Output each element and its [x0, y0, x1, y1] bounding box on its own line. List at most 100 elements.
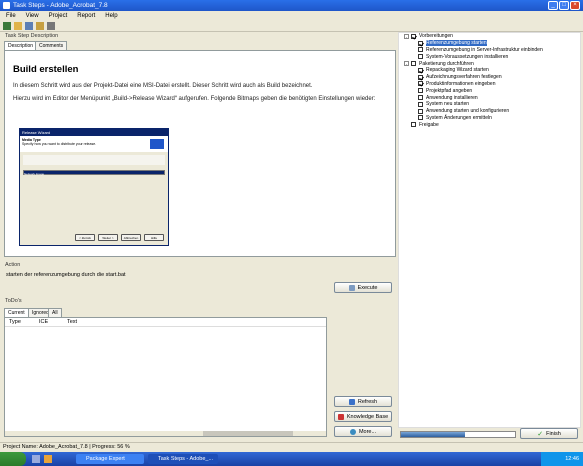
wizard-header-sub: Specify how you want to distribute your …	[22, 142, 97, 146]
tree-item[interactable]: Aufzeichnungsverfahren festlegen	[400, 74, 580, 81]
menu-view[interactable]: View	[26, 13, 39, 19]
toolbar	[0, 20, 583, 32]
menu-file[interactable]: File	[6, 13, 16, 19]
action-text: starten der referenzumgebung durch die s…	[6, 272, 126, 278]
window-titlebar: Task Steps - Adobe_Acrobat_7.8 _ □ ×	[0, 0, 583, 11]
tree-item[interactable]: Projektpfad angeben	[400, 87, 580, 94]
start-button[interactable]	[0, 452, 26, 466]
tree-checkbox[interactable]	[411, 122, 416, 128]
more-label: More...	[358, 428, 377, 435]
save-icon[interactable]	[25, 21, 33, 30]
close-button[interactable]: ×	[570, 1, 580, 10]
tree-checkbox[interactable]	[411, 33, 416, 39]
tree-item[interactable]: Produktinformationen eingeben	[400, 81, 580, 88]
taskbar-item-package-expert[interactable]: Package Expert	[76, 454, 144, 464]
expander-icon[interactable]: -	[404, 33, 409, 39]
wizard-buttons: < Zurück Weiter > Abbrechen Hilfe	[75, 234, 164, 241]
tree-item-label: Paketierung durchführen	[419, 60, 474, 67]
expander-icon[interactable]: -	[404, 61, 409, 67]
wizard-body	[20, 152, 168, 168]
minimize-button[interactable]: _	[548, 1, 558, 10]
tree-item[interactable]: - Vorbereitungen	[400, 33, 580, 40]
tree-checkbox[interactable]	[418, 74, 423, 80]
tree-item[interactable]: Referenzumgebung in Server-Infrastruktur…	[400, 47, 580, 54]
more-button[interactable]: More...	[334, 426, 392, 437]
tree-checkbox[interactable]	[418, 67, 423, 73]
tab-comments[interactable]: Comments	[35, 41, 68, 50]
tree-item-label: System-Voraussetzungen installieren	[426, 53, 509, 60]
tree-checkbox[interactable]	[418, 40, 423, 46]
tree-item[interactable]: System neu starten	[400, 101, 580, 108]
app-icon	[3, 2, 10, 9]
tree-item[interactable]: - Paketierung durchführen	[400, 60, 580, 67]
progress-fill	[401, 432, 465, 437]
col-ice[interactable]: ICE	[35, 318, 63, 326]
tree-checkbox[interactable]	[418, 101, 423, 107]
tree-item-label: Aufzeichnungsverfahren festlegen	[426, 74, 502, 81]
status-bar: Project Name: Adobe_Acrobat_7.8 | Progre…	[0, 442, 583, 451]
quicklaunch-icon-2[interactable]	[44, 455, 52, 463]
todo-table: Type ICE Text	[4, 317, 327, 437]
step-heading: Build erstellen	[13, 64, 79, 75]
knowledge-base-button[interactable]: Knowledge Base	[334, 411, 392, 422]
taskbar-item-task-steps[interactable]: Task Steps - Adobe_...	[148, 454, 218, 464]
tree-item-label: Freigabe	[419, 121, 439, 128]
tree-checkbox[interactable]	[418, 108, 423, 114]
knowledge-base-label: Knowledge Base	[346, 413, 389, 420]
tree-item[interactable]: Referenzumgebung starten	[400, 40, 580, 47]
window-title: Task Steps - Adobe_Acrobat_7.8	[13, 2, 108, 9]
tree-item[interactable]: Freigabe	[400, 121, 580, 128]
tree-item-label: System neu starten	[426, 101, 470, 108]
folder-icon[interactable]	[36, 21, 44, 30]
finish-button[interactable]: ✓ Finish	[520, 428, 578, 439]
options-icon[interactable]	[47, 21, 55, 30]
tab-all[interactable]: All	[48, 308, 62, 317]
taskbar: Package Expert Task Steps - Adobe_... 12…	[0, 452, 583, 466]
tree-checkbox[interactable]	[418, 95, 423, 101]
wizard-back-button: < Zurück	[75, 234, 95, 241]
menu-help[interactable]: Help	[105, 13, 117, 19]
menu-report[interactable]: Report	[77, 13, 95, 19]
finish-label: Finish	[546, 430, 561, 437]
progress-bar	[400, 431, 516, 438]
step-paragraph-2: Hierzu wird im Editor der Menüpunkt „Bui…	[13, 96, 376, 102]
wizard-next-button: Weiter >	[98, 234, 118, 241]
tree-checkbox[interactable]	[418, 88, 423, 94]
tree-item-label: Repackaging Wizard starten	[426, 67, 489, 74]
globe-icon	[349, 428, 356, 435]
execute-button[interactable]: Execute	[334, 282, 392, 293]
new-icon[interactable]	[3, 21, 11, 30]
wizard-help-button: Hilfe	[144, 234, 164, 241]
tree-checkbox[interactable]	[418, 47, 423, 53]
description-content: Build erstellen In diesem Schritt wird a…	[9, 59, 391, 109]
tree-checkbox[interactable]	[418, 54, 423, 60]
maximize-button[interactable]: □	[559, 1, 569, 10]
execute-label: Execute	[357, 284, 378, 291]
tree-item-label: Produktinformationen eingeben	[426, 80, 496, 87]
tree-item[interactable]: System-Voraussetzungen installieren	[400, 53, 580, 60]
tree-checkbox[interactable]	[418, 115, 423, 121]
todo-table-header: Type ICE Text	[5, 318, 326, 327]
tree-checkbox[interactable]	[418, 81, 423, 87]
col-text[interactable]: Text	[63, 318, 77, 326]
col-type[interactable]: Type	[5, 318, 35, 326]
step-paragraph-1: In diesem Schritt wird aus der Projekt-D…	[13, 83, 313, 89]
tree-item[interactable]: Anwendung installieren	[400, 94, 580, 101]
check-icon: ✓	[537, 430, 544, 438]
execute-icon	[348, 284, 355, 291]
scrollbar-thumb[interactable]	[203, 431, 293, 436]
refresh-icon[interactable]	[14, 21, 22, 30]
section-label-description: Task Step Description	[5, 33, 59, 39]
description-panel: Build erstellen In diesem Schritt wird a…	[4, 50, 396, 257]
tree-item[interactable]: System Änderungen ermitteln	[400, 115, 580, 122]
tree-item-label: Anwendung starten und konfigurieren	[426, 108, 510, 115]
menu-project[interactable]: Project	[49, 13, 68, 19]
tree-item[interactable]: Anwendung starten und konfigurieren	[400, 108, 580, 115]
refresh-label: Refresh	[357, 398, 378, 405]
wizard-header: Media Type Specify how you want to distr…	[20, 136, 168, 152]
tree-item[interactable]: Repackaging Wizard starten	[400, 67, 580, 74]
tree-checkbox[interactable]	[411, 61, 416, 67]
quicklaunch-icon[interactable]	[32, 455, 40, 463]
refresh-button[interactable]: Refresh	[334, 396, 392, 407]
horizontal-scrollbar[interactable]	[5, 431, 326, 436]
